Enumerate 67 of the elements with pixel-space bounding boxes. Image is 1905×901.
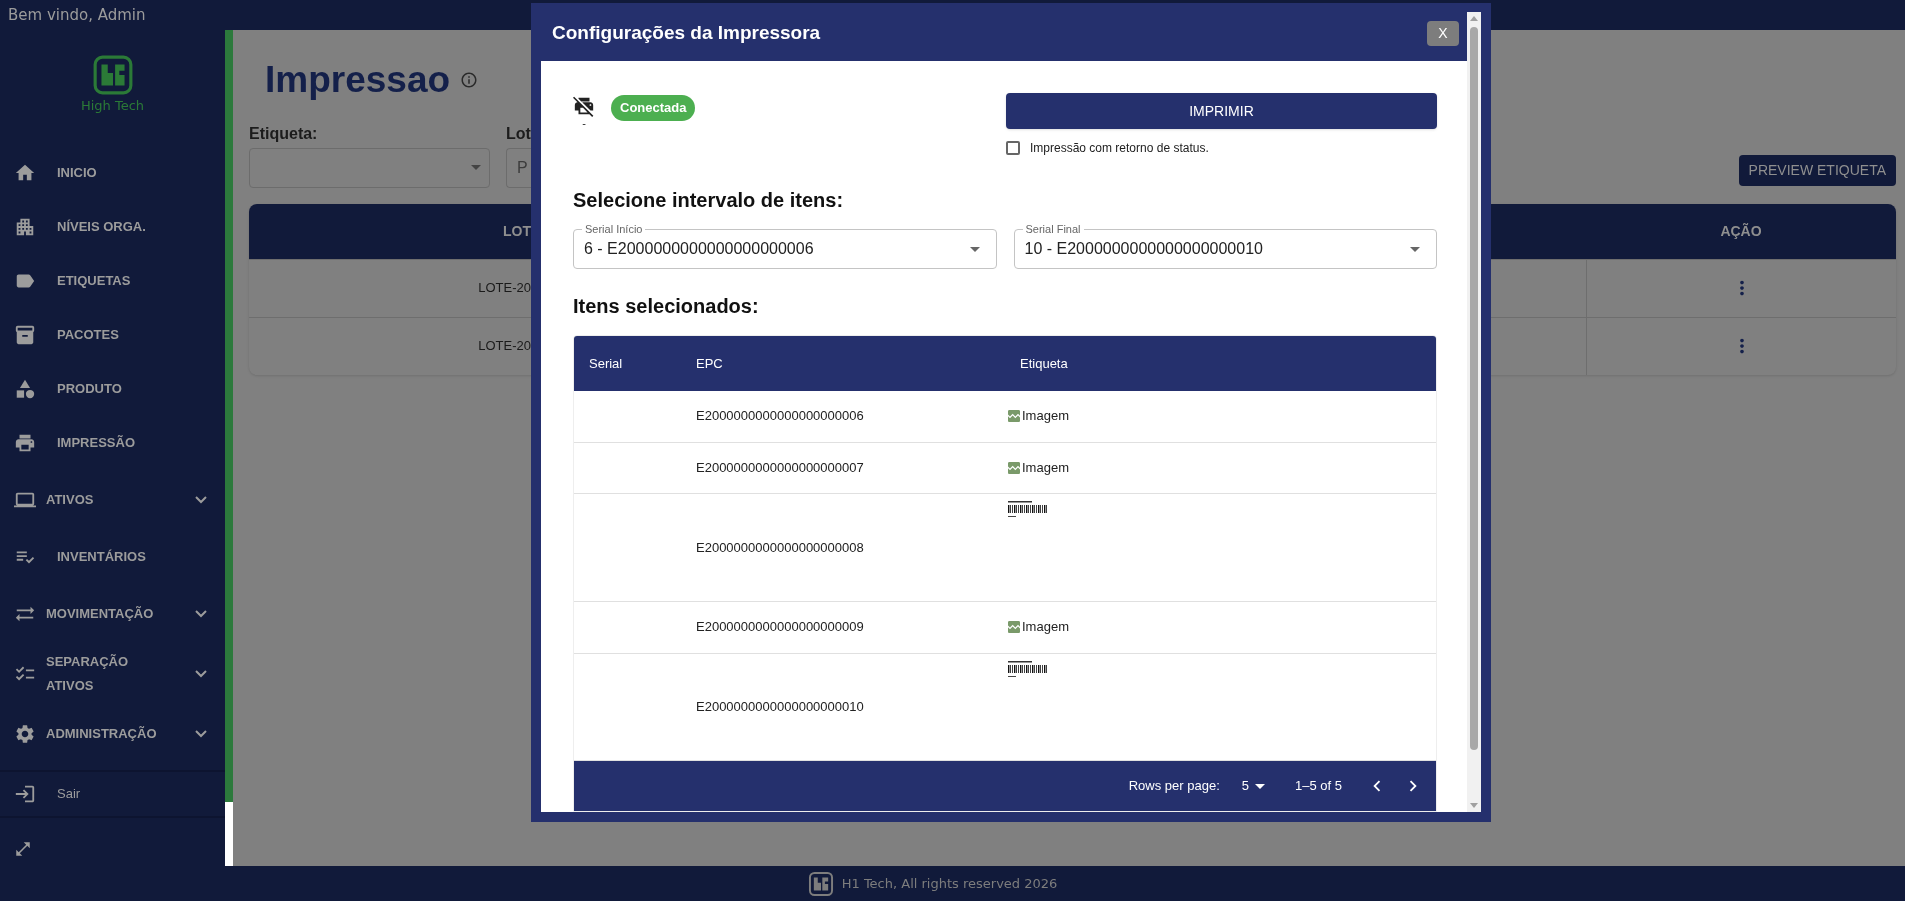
greeting: Bem vindo, Admin xyxy=(8,4,146,26)
scroll-down-icon[interactable] xyxy=(1470,803,1478,808)
scroll-up-icon[interactable] xyxy=(1470,16,1478,21)
dropdown-icon xyxy=(969,246,980,252)
field-value: 6 - E2000000000000000000006 xyxy=(584,239,815,259)
dialog-title: Configurações da Impressora xyxy=(552,20,821,45)
sidebar-item[interactable]: INVENTÁRIOS xyxy=(0,529,225,584)
logout-item[interactable]: Sair xyxy=(0,771,225,816)
table-cell-text: E2000000000000000000006 xyxy=(696,407,864,426)
table-cell-text: E2000000000000000000010 xyxy=(696,698,864,717)
logo-text: High Tech xyxy=(80,97,145,115)
column-header: Serial xyxy=(588,354,624,373)
dropdown-icon xyxy=(1410,246,1420,252)
print-button[interactable]: IMPRIMIR xyxy=(1006,93,1437,129)
table-cell-text: LOTE-20 xyxy=(477,337,531,356)
image-alt-text: Imagem xyxy=(1022,459,1069,478)
expand-icon[interactable] xyxy=(14,840,32,858)
select-field[interactable] xyxy=(249,147,490,188)
printer-off-icon xyxy=(573,95,595,117)
rows-per-page-label: Rows per page: xyxy=(1128,777,1220,796)
page-title: Impressao xyxy=(265,58,451,102)
dropdown-icon xyxy=(1255,783,1265,789)
dropdown-icon xyxy=(471,165,481,170)
table-cell-text: E2000000000000000000009 xyxy=(696,618,864,637)
sidebar-item[interactable]: NÍVEIS ORGA. xyxy=(0,199,225,254)
broken-image-icon xyxy=(1006,459,1022,476)
section-heading: Itens selecionados: xyxy=(573,294,760,319)
sidebar-item[interactable]: ADMINISTRAÇÃO xyxy=(0,703,225,764)
column-header: EPC xyxy=(696,354,724,373)
status-badge: Conectada xyxy=(611,95,696,121)
archive-box-icon xyxy=(14,323,36,346)
column-header: LOT xyxy=(502,221,531,241)
sidebar-item[interactable]: PACOTES xyxy=(0,307,225,362)
rows-per-page-select[interactable]: 5 xyxy=(1241,776,1265,796)
page-range: 1–5 of 5 xyxy=(1295,777,1342,796)
broken-image-icon xyxy=(1006,619,1022,636)
preview-button[interactable]: PREVIEW ETIQUETA xyxy=(1738,154,1896,186)
sidebar-item[interactable]: INICIO xyxy=(0,145,225,200)
table-cell-text: E2000000000000000000007 xyxy=(696,459,864,478)
sidebar-item[interactable]: SEPARAÇÃO ATIVOS xyxy=(0,643,225,704)
section-heading: Selecione intervalo de itens: xyxy=(573,188,845,213)
sidebar-item[interactable]: ATIVOS xyxy=(0,469,225,530)
sidebar-item[interactable]: MOVIMENTAÇÃO xyxy=(0,583,225,644)
checkbox[interactable] xyxy=(1006,141,1020,155)
checkbox-label: Impressão com retorno de status. xyxy=(1030,140,1209,157)
sidebar-item[interactable]: ETIQUETAS xyxy=(0,253,225,308)
filter-label: Etiqueta: xyxy=(249,123,319,144)
table-cell-text: E2000000000000000000008 xyxy=(696,538,864,557)
column-header: Etiqueta xyxy=(1019,354,1068,373)
filter-label: Lot xyxy=(506,123,531,144)
sidebar-item[interactable]: PRODUTO xyxy=(0,361,225,416)
broken-image-icon xyxy=(1006,408,1022,425)
field-label: Serial Final xyxy=(1022,222,1084,236)
column-header: AÇÃO xyxy=(1719,221,1763,241)
printer-name: - xyxy=(582,117,586,129)
settings-icon xyxy=(14,722,36,745)
logo-icon xyxy=(807,870,834,897)
sidebar-item[interactable]: IMPRESSÃO xyxy=(0,415,225,470)
table-cell-text: LOTE-20 xyxy=(477,279,531,298)
footer-text: H1 Tech, All rights reserved 2026 xyxy=(841,874,1058,893)
field-value: 10 - E2000000000000000000010 xyxy=(1024,239,1264,259)
image-alt-text: Imagem xyxy=(1022,407,1069,426)
info-icon[interactable] xyxy=(460,70,479,89)
image-alt-text: Imagem xyxy=(1022,618,1069,637)
field-label: Serial Início xyxy=(582,222,646,236)
close-button[interactable]: X xyxy=(1427,20,1459,46)
scrollbar[interactable] xyxy=(1467,12,1481,812)
